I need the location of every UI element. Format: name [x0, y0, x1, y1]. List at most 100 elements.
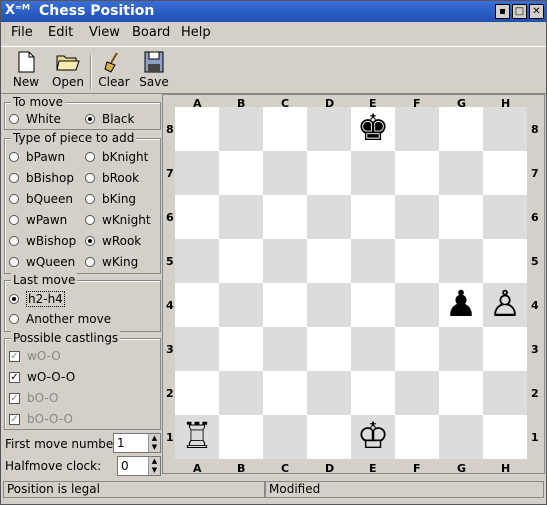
black-pawn-piece[interactable]: ♟ [445, 283, 477, 327]
square-a8[interactable] [175, 107, 219, 151]
square-a6[interactable] [175, 195, 219, 239]
spin-up-icon[interactable]: ▲ [148, 457, 160, 466]
square-d2[interactable] [307, 371, 351, 415]
square-f6[interactable] [395, 195, 439, 239]
square-c6[interactable] [263, 195, 307, 239]
menu-board[interactable]: Board [132, 25, 170, 40]
piece-wbishop-radio[interactable]: wBishop [9, 234, 76, 248]
square-g3[interactable] [439, 327, 483, 371]
piece-wqueen-radio[interactable]: wQueen [9, 255, 75, 269]
square-c7[interactable] [263, 151, 307, 195]
square-h5[interactable] [483, 239, 527, 283]
square-b3[interactable] [219, 327, 263, 371]
minimize-button[interactable]: ▪ [495, 4, 510, 19]
square-c3[interactable] [263, 327, 307, 371]
spin-down-icon[interactable]: ▼ [148, 466, 160, 475]
to-move-black-radio[interactable]: Black [85, 112, 134, 126]
chess-board[interactable]: ♚ ♟ ♙ ♖ ♔ [175, 107, 527, 459]
square-e6[interactable] [351, 195, 395, 239]
last-move-h2h4-radio[interactable]: h2-h4 [9, 291, 65, 307]
menu-view[interactable]: View [89, 25, 120, 40]
square-f4[interactable] [395, 283, 439, 327]
new-button[interactable]: New [11, 51, 41, 89]
square-b1[interactable] [219, 415, 263, 459]
square-h4[interactable]: ♙ [483, 283, 527, 327]
halfmove-spinner[interactable]: 0 ▲ ▼ [117, 456, 161, 476]
square-d8[interactable] [307, 107, 351, 151]
square-g4[interactable]: ♟ [439, 283, 483, 327]
square-b7[interactable] [219, 151, 263, 195]
square-d3[interactable] [307, 327, 351, 371]
piece-brook-radio[interactable]: bRook [85, 171, 139, 185]
piece-wknight-radio[interactable]: wKnight [85, 213, 151, 227]
castling-wOO-checkbox[interactable]: ✓ wO-O [9, 349, 61, 363]
square-a3[interactable] [175, 327, 219, 371]
square-e5[interactable] [351, 239, 395, 283]
square-f2[interactable] [395, 371, 439, 415]
square-d7[interactable] [307, 151, 351, 195]
black-king-piece[interactable]: ♚ [357, 107, 389, 151]
square-d6[interactable] [307, 195, 351, 239]
square-a2[interactable] [175, 371, 219, 415]
piece-wking-radio[interactable]: wKing [85, 255, 138, 269]
square-c8[interactable] [263, 107, 307, 151]
square-g8[interactable] [439, 107, 483, 151]
last-move-another-radio[interactable]: Another move [9, 312, 111, 326]
square-c4[interactable] [263, 283, 307, 327]
menu-file[interactable]: File [11, 25, 33, 40]
open-button[interactable]: Open [51, 51, 85, 89]
square-d5[interactable] [307, 239, 351, 283]
square-a7[interactable] [175, 151, 219, 195]
square-c1[interactable] [263, 415, 307, 459]
square-f5[interactable] [395, 239, 439, 283]
square-g5[interactable] [439, 239, 483, 283]
square-f3[interactable] [395, 327, 439, 371]
to-move-white-radio[interactable]: White [9, 112, 61, 126]
menu-help[interactable]: Help [181, 25, 211, 40]
first-move-spinner[interactable]: 1 ▲ ▼ [113, 433, 161, 453]
square-b4[interactable] [219, 283, 263, 327]
square-f7[interactable] [395, 151, 439, 195]
square-d1[interactable] [307, 415, 351, 459]
castling-bOOO-checkbox[interactable]: ✓ bO-O-O [9, 412, 73, 426]
square-f1[interactable] [395, 415, 439, 459]
square-b8[interactable] [219, 107, 263, 151]
square-g6[interactable] [439, 195, 483, 239]
square-d4[interactable] [307, 283, 351, 327]
square-e7[interactable] [351, 151, 395, 195]
square-g7[interactable] [439, 151, 483, 195]
square-e1[interactable]: ♔ [351, 415, 395, 459]
square-h8[interactable] [483, 107, 527, 151]
square-e3[interactable] [351, 327, 395, 371]
square-b5[interactable] [219, 239, 263, 283]
square-a1[interactable]: ♖ [175, 415, 219, 459]
piece-wrook-radio[interactable]: wRook [85, 234, 141, 248]
square-g1[interactable] [439, 415, 483, 459]
menu-edit[interactable]: Edit [48, 25, 73, 40]
spin-up-icon[interactable]: ▲ [148, 434, 160, 443]
white-pawn-piece[interactable]: ♙ [489, 283, 521, 327]
white-king-piece[interactable]: ♔ [357, 415, 389, 459]
piece-bbishop-radio[interactable]: bBishop [9, 171, 74, 185]
white-rook-piece[interactable]: ♖ [181, 415, 213, 459]
square-f8[interactable] [395, 107, 439, 151]
piece-bking-radio[interactable]: bKing [85, 192, 136, 206]
square-h6[interactable] [483, 195, 527, 239]
square-c2[interactable] [263, 371, 307, 415]
piece-bqueen-radio[interactable]: bQueen [9, 192, 73, 206]
square-b6[interactable] [219, 195, 263, 239]
square-c5[interactable] [263, 239, 307, 283]
close-button[interactable]: ✕ [529, 4, 544, 19]
square-e2[interactable] [351, 371, 395, 415]
square-b2[interactable] [219, 371, 263, 415]
square-g2[interactable] [439, 371, 483, 415]
square-a5[interactable] [175, 239, 219, 283]
spin-down-icon[interactable]: ▼ [148, 443, 160, 452]
square-h1[interactable] [483, 415, 527, 459]
square-a4[interactable] [175, 283, 219, 327]
castling-bOO-checkbox[interactable]: ✓ bO-O [9, 391, 59, 405]
clear-button[interactable]: Clear [97, 51, 131, 89]
square-e8[interactable]: ♚ [351, 107, 395, 151]
square-h7[interactable] [483, 151, 527, 195]
maximize-button[interactable]: □ [512, 4, 527, 19]
